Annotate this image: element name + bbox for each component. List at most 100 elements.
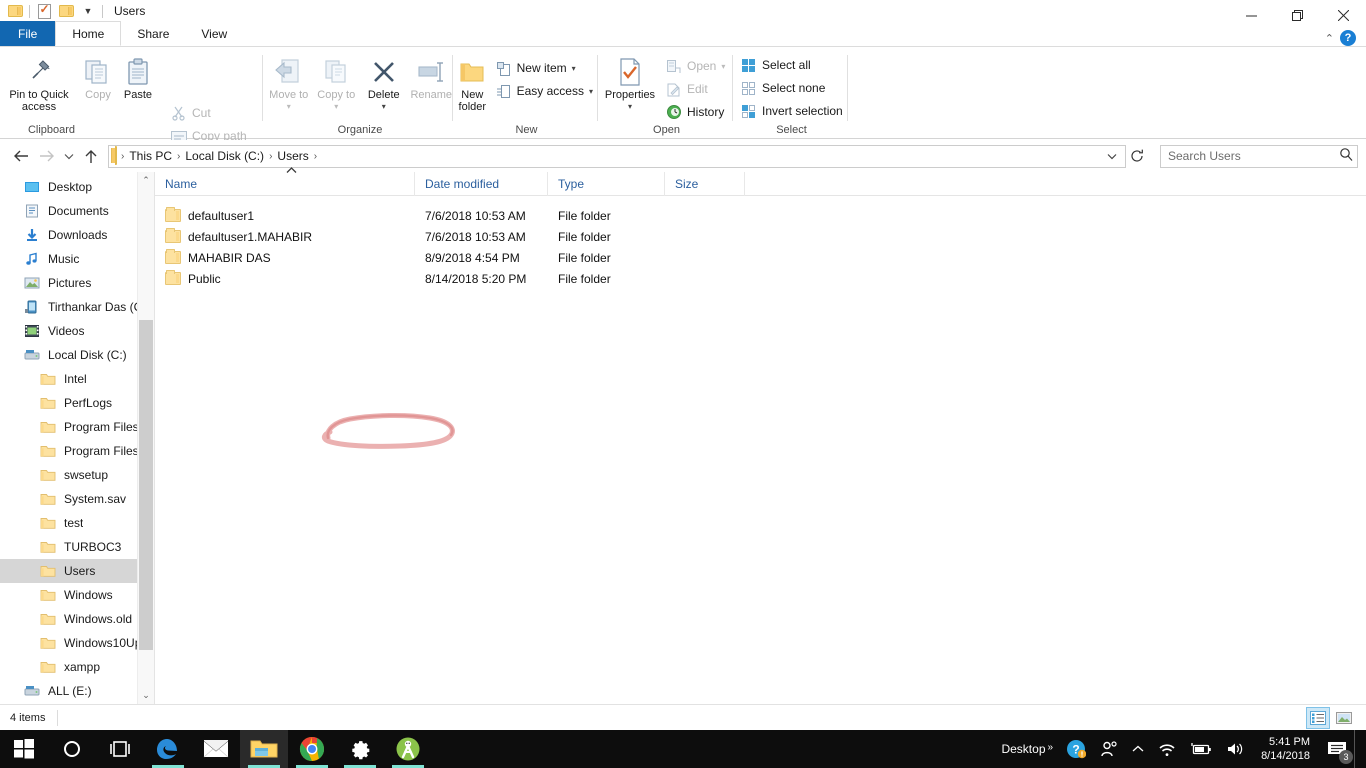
show-desktop-button[interactable] bbox=[1354, 730, 1362, 768]
history-button[interactable]: History bbox=[660, 101, 730, 123]
table-row[interactable]: Public 8/14/2018 5:20 PM File folder bbox=[155, 268, 1366, 289]
large-icons-view-button[interactable] bbox=[1332, 707, 1356, 729]
task-view-button[interactable] bbox=[96, 730, 144, 768]
copy-to-button[interactable]: Copy to ▾ bbox=[313, 51, 361, 113]
column-header-date-modified[interactable]: Date modified bbox=[415, 171, 548, 196]
sidebar-item-turboc3[interactable]: TURBOC3 bbox=[0, 535, 154, 559]
sidebar-item-windows10up[interactable]: Windows10Up bbox=[0, 631, 154, 655]
sidebar-item-windows-old[interactable]: Windows.old bbox=[0, 607, 154, 631]
move-to-button[interactable]: Move to ▾ bbox=[265, 51, 313, 113]
taskbar-mail-button[interactable] bbox=[192, 730, 240, 768]
qat-folder-icon[interactable] bbox=[4, 1, 26, 21]
sidebar-item-documents[interactable]: Documents bbox=[0, 199, 154, 223]
tab-file[interactable]: File bbox=[0, 21, 56, 46]
pin-to-quick-access-button[interactable]: Pin to Quick access bbox=[0, 51, 78, 113]
breadcrumb-separator[interactable]: › bbox=[313, 151, 318, 162]
delete-button[interactable]: Delete ▾ bbox=[360, 51, 408, 113]
file-name-cell[interactable]: defaultuser1.MAHABIR bbox=[155, 228, 415, 244]
sidebar-item-tirthankar-das-c[interactable]: Tirthankar Das (C bbox=[0, 295, 154, 319]
qat-new-folder-icon[interactable] bbox=[55, 1, 77, 21]
sidebar-item-pictures[interactable]: Pictures bbox=[0, 271, 154, 295]
taskbar-settings-button[interactable] bbox=[336, 730, 384, 768]
invert-selection-button[interactable]: Invert selection bbox=[735, 100, 848, 122]
tray-battery-icon[interactable] bbox=[1183, 730, 1219, 768]
sidebar-item-program-files[interactable]: Program Files ( bbox=[0, 439, 154, 463]
collapse-ribbon-icon[interactable]: ⌃ bbox=[1325, 32, 1334, 45]
sidebar-item-all-e[interactable]: ALL (E:) bbox=[0, 679, 154, 703]
taskbar-edge-button[interactable] bbox=[144, 730, 192, 768]
table-row[interactable]: defaultuser1.MAHABIR 7/6/2018 10:53 AM Fil… bbox=[155, 226, 1366, 247]
breadcrumb-local-disk[interactable]: Local Disk (C:) bbox=[181, 149, 268, 163]
tray-people-icon[interactable] bbox=[1093, 730, 1125, 768]
tray-help-icon[interactable]: ? bbox=[1059, 730, 1093, 768]
help-icon[interactable]: ? bbox=[1340, 30, 1356, 46]
taskbar-android-studio-button[interactable] bbox=[384, 730, 432, 768]
search-input[interactable] bbox=[1168, 149, 1339, 163]
details-view-button[interactable] bbox=[1306, 706, 1330, 729]
qat-properties-icon[interactable] bbox=[33, 1, 55, 21]
tray-clock[interactable]: 5:41 PM 8/14/2018 bbox=[1251, 730, 1320, 768]
up-button[interactable] bbox=[78, 143, 104, 169]
tray-wifi-icon[interactable] bbox=[1151, 730, 1183, 768]
tray-overflow-icon[interactable]: » bbox=[1048, 742, 1054, 753]
sidebar-item-perflogs[interactable]: PerfLogs bbox=[0, 391, 154, 415]
paste-button[interactable]: Paste bbox=[113, 51, 163, 101]
refresh-button[interactable] bbox=[1126, 145, 1148, 168]
new-item-caret-icon[interactable]: ▾ bbox=[572, 64, 576, 73]
tray-desktop-button[interactable]: Desktop » bbox=[995, 742, 1059, 756]
sidebar-item-intel[interactable]: Intel bbox=[0, 367, 154, 391]
easy-access-button[interactable]: Easy access ▾ bbox=[490, 80, 598, 102]
scroll-up-arrow-icon[interactable]: ⌃ bbox=[138, 172, 154, 189]
new-folder-button[interactable]: New folder bbox=[455, 51, 490, 113]
easy-access-caret-icon[interactable]: ▾ bbox=[589, 87, 593, 96]
file-name-cell[interactable]: defaultuser1 bbox=[155, 207, 415, 223]
column-header-size[interactable]: Size bbox=[665, 171, 745, 196]
tab-home[interactable]: Home bbox=[55, 21, 122, 46]
properties-caret-icon[interactable]: ▾ bbox=[628, 101, 632, 113]
column-header-type[interactable]: Type bbox=[548, 171, 665, 196]
rename-button[interactable]: Rename bbox=[408, 51, 456, 101]
properties-button[interactable]: Properties ▾ bbox=[600, 51, 660, 113]
sidebar-item-system-sav[interactable]: System.sav bbox=[0, 487, 154, 511]
select-all-button[interactable]: Select all bbox=[735, 54, 848, 76]
new-item-button[interactable]: New item ▾ bbox=[490, 57, 598, 79]
sidebar-item-program-files[interactable]: Program Files bbox=[0, 415, 154, 439]
scrollbar-thumb[interactable] bbox=[139, 320, 153, 650]
recent-locations-button[interactable] bbox=[60, 143, 78, 169]
tab-share[interactable]: Share bbox=[121, 21, 185, 46]
sidebar-item-swsetup[interactable]: swsetup bbox=[0, 463, 154, 487]
tray-hidden-icons-chevron[interactable] bbox=[1125, 730, 1151, 768]
scroll-down-arrow-icon[interactable]: ⌄ bbox=[138, 687, 154, 704]
sidebar-item-test[interactable]: test bbox=[0, 511, 154, 535]
tray-notification-button[interactable]: 3 bbox=[1320, 730, 1354, 768]
sidebar-item-downloads[interactable]: Downloads bbox=[0, 223, 154, 247]
search-icon[interactable] bbox=[1339, 147, 1353, 166]
back-button[interactable] bbox=[8, 143, 34, 169]
breadcrumb-this-pc[interactable]: This PC bbox=[125, 149, 176, 163]
cortana-search-button[interactable] bbox=[48, 730, 96, 768]
sidebar-item-videos[interactable]: Videos bbox=[0, 319, 154, 343]
move-to-caret-icon[interactable]: ▾ bbox=[287, 101, 291, 113]
cut-button[interactable]: Cut bbox=[165, 102, 274, 124]
open-caret-icon[interactable]: ▾ bbox=[721, 62, 725, 71]
taskbar-chrome-button[interactable] bbox=[288, 730, 336, 768]
taskbar-file-explorer-button[interactable] bbox=[240, 730, 288, 768]
forward-button[interactable] bbox=[34, 143, 60, 169]
address-dropdown-icon[interactable] bbox=[1103, 153, 1121, 160]
tray-volume-icon[interactable] bbox=[1219, 730, 1251, 768]
sidebar-item-users[interactable]: Users bbox=[0, 559, 154, 583]
column-header-name[interactable]: Name bbox=[155, 171, 415, 196]
nav-scrollbar[interactable]: ⌃ ⌄ bbox=[137, 172, 154, 704]
copy-to-caret-icon[interactable]: ▾ bbox=[334, 101, 338, 113]
edit-button[interactable]: Edit bbox=[660, 78, 730, 100]
sidebar-item-xampp[interactable]: xampp bbox=[0, 655, 154, 679]
select-none-button[interactable]: Select none bbox=[735, 77, 848, 99]
open-button[interactable]: Open ▾ bbox=[660, 55, 730, 77]
file-name-cell[interactable]: MAHABIR DAS bbox=[155, 249, 415, 265]
sidebar-item-windows[interactable]: Windows bbox=[0, 583, 154, 607]
sidebar-item-music[interactable]: Music bbox=[0, 247, 154, 271]
breadcrumb-users[interactable]: Users bbox=[273, 149, 312, 163]
sidebar-item-local-disk-c[interactable]: Local Disk (C:) bbox=[0, 343, 154, 367]
table-row[interactable]: defaultuser1 7/6/2018 10:53 AM File folder bbox=[155, 205, 1366, 226]
qat-customize-caret-icon[interactable]: ▼ bbox=[77, 1, 99, 21]
